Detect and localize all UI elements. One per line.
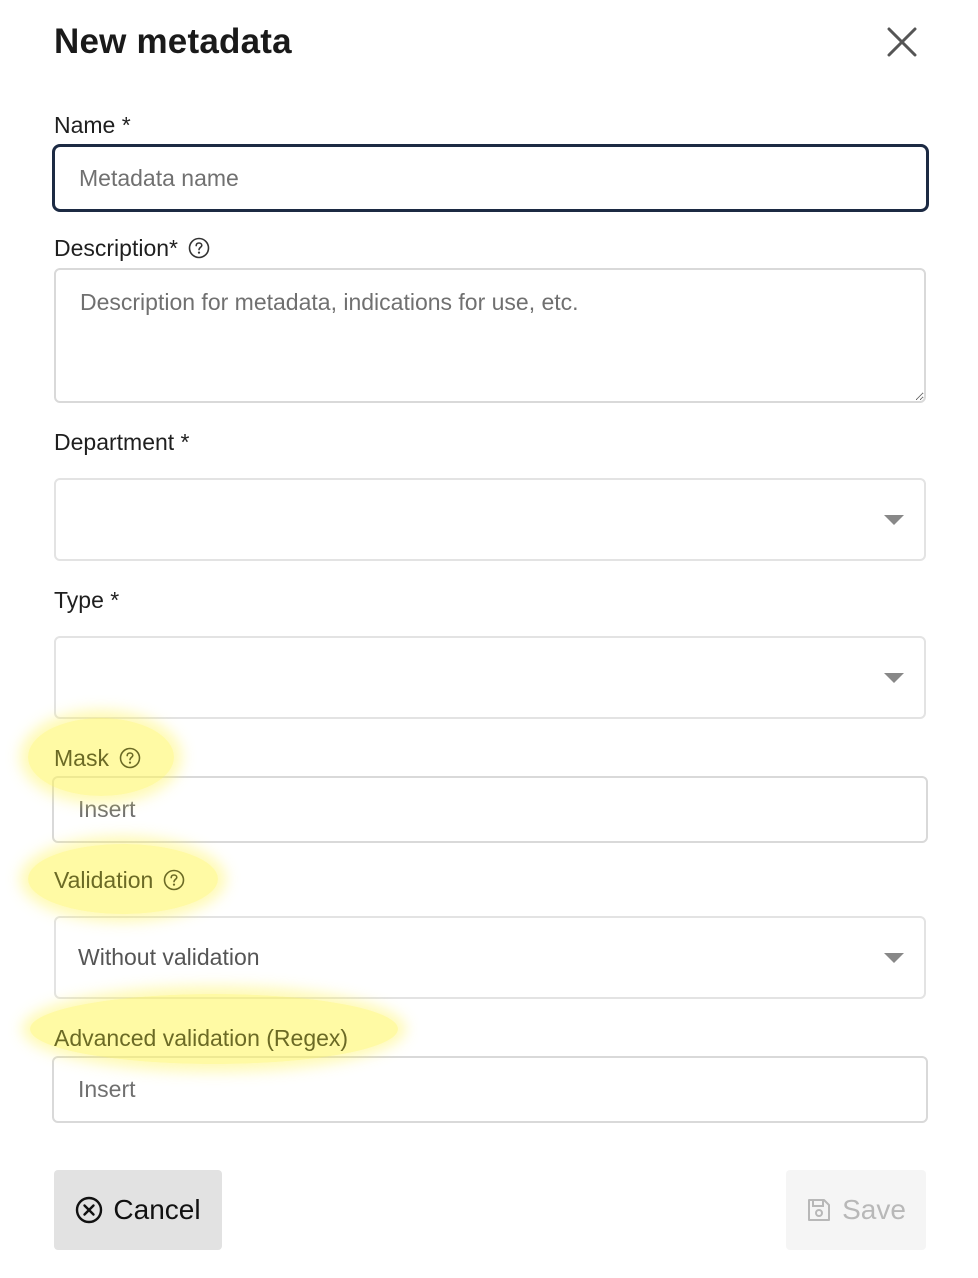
type-label: Type * (54, 586, 120, 613)
cancel-button[interactable]: Cancel (54, 1170, 222, 1250)
chevron-down-icon (884, 952, 904, 963)
type-select[interactable] (54, 636, 926, 719)
validation-select[interactable]: Without validation (54, 916, 926, 999)
mask-input[interactable] (52, 776, 928, 843)
advanced-validation-input[interactable] (52, 1056, 928, 1123)
description-label: Description* (54, 233, 210, 263)
department-label: Department * (54, 428, 190, 455)
cancel-circle-icon (76, 1196, 103, 1224)
name-input[interactable] (52, 144, 929, 212)
validation-label: Validation (54, 865, 185, 895)
save-button-label: Save (842, 1194, 906, 1225)
close-button[interactable] (880, 20, 924, 64)
chevron-down-icon (884, 514, 904, 525)
save-icon (808, 1199, 831, 1221)
new-metadata-dialog: New metadata Name * Description* Departm… (0, 0, 978, 1278)
dialog-title: New metadata (54, 22, 292, 61)
help-icon[interactable] (188, 237, 210, 259)
advanced-validation-label: Advanced validation (Regex) (54, 1024, 349, 1051)
department-select[interactable] (54, 478, 926, 561)
validation-selected-value: Without validation (78, 944, 260, 970)
help-icon[interactable] (119, 747, 141, 769)
name-label: Name * (54, 111, 131, 138)
close-icon (887, 27, 917, 57)
mask-label: Mask (54, 743, 141, 773)
save-button[interactable]: Save (786, 1170, 926, 1250)
description-textarea[interactable] (54, 268, 926, 403)
chevron-down-icon (884, 672, 904, 683)
cancel-button-label: Cancel (113, 1194, 201, 1225)
help-icon[interactable] (163, 869, 185, 891)
